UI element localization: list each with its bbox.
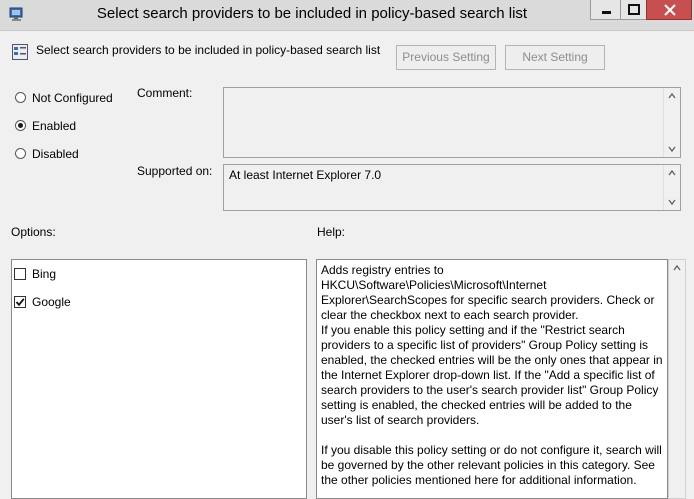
checkbox-box-checked — [14, 296, 26, 308]
radio-circle — [15, 148, 26, 159]
minimize-button[interactable] — [590, 0, 621, 20]
comment-field[interactable] — [223, 87, 681, 158]
help-panel: Adds registry entries to HKCU\Software\P… — [316, 259, 668, 499]
checkbox-label: Google — [32, 295, 71, 309]
help-paragraph: If you enable this policy setting and if… — [321, 323, 663, 427]
policy-setting-icon — [12, 44, 28, 60]
previous-setting-button[interactable]: Previous Setting — [396, 45, 496, 70]
scroll-up-icon[interactable] — [667, 91, 677, 101]
radio-label: Not Configured — [32, 91, 113, 105]
help-paragraph: Adds registry entries to HKCU\Software\P… — [321, 263, 655, 322]
radio-label: Enabled — [32, 119, 77, 133]
next-setting-button[interactable]: Next Setting — [505, 45, 605, 70]
window-title: Select search providers to be included i… — [96, 5, 528, 22]
checkbox-box — [14, 268, 26, 280]
radio-circle-selected — [15, 120, 26, 131]
supported-on-field: At least Internet Explorer 7.0 — [223, 164, 681, 211]
options-panel: Bing Google — [11, 259, 307, 499]
comment-scrollbar[interactable] — [663, 88, 680, 157]
supported-scrollbar[interactable] — [663, 165, 680, 210]
minimize-icon — [602, 11, 611, 14]
help-scrollbar[interactable] — [668, 259, 686, 499]
scroll-down-icon[interactable] — [667, 197, 677, 207]
comment-label: Comment: — [137, 86, 193, 100]
close-button[interactable] — [646, 0, 692, 20]
help-label: Help: — [317, 225, 346, 239]
help-paragraph: If you disable this policy setting or do… — [321, 443, 662, 487]
checkbox-label: Bing — [32, 267, 57, 281]
group-policy-icon — [9, 6, 25, 22]
setting-title: Select search providers to be included i… — [36, 43, 381, 57]
radio-label: Disabled — [32, 147, 79, 161]
scroll-up-icon[interactable] — [672, 263, 682, 273]
supported-on-value: At least Internet Explorer 7.0 — [229, 168, 382, 182]
maximize-button[interactable] — [620, 0, 647, 20]
close-icon — [664, 4, 676, 16]
radio-circle — [15, 92, 26, 103]
options-label: Options: — [11, 225, 56, 239]
checkmark-icon — [15, 298, 25, 307]
scroll-up-icon[interactable] — [667, 168, 677, 178]
scroll-down-icon[interactable] — [667, 144, 677, 154]
maximize-icon — [628, 4, 640, 15]
supported-on-label: Supported on: — [137, 164, 213, 178]
title-bar: Select search providers to be included i… — [0, 0, 694, 31]
